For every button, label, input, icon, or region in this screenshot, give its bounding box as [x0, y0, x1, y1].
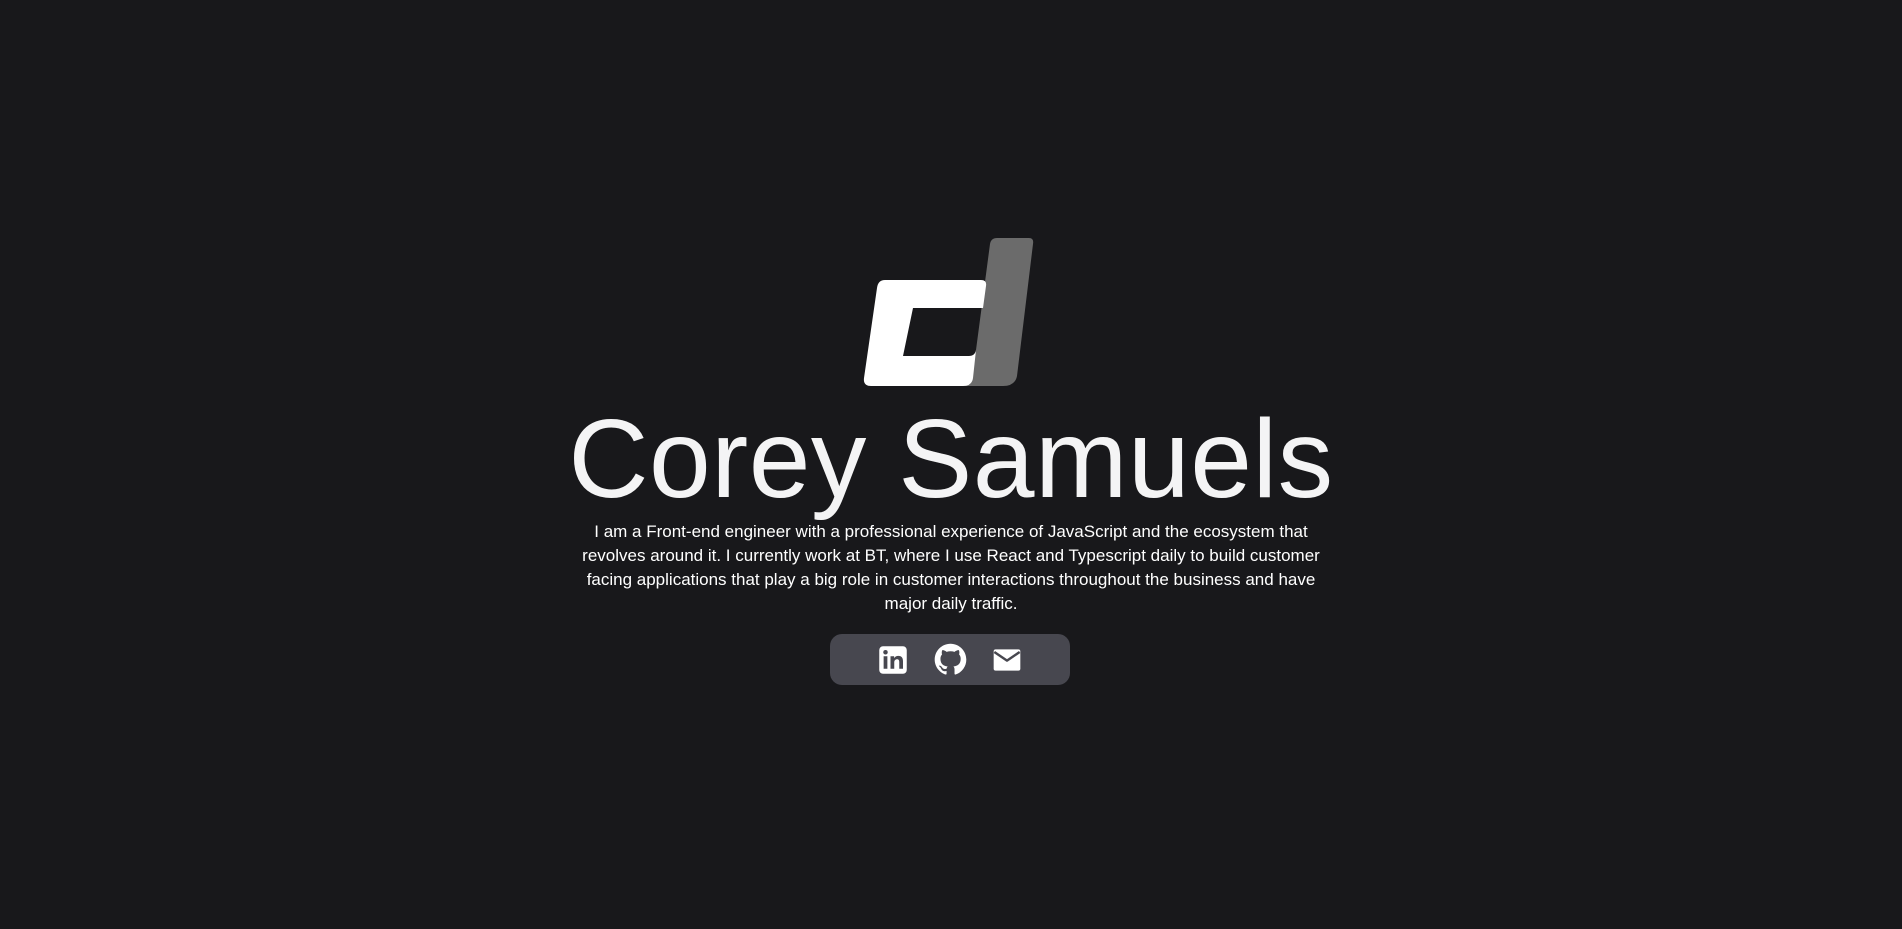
email-link[interactable]	[991, 643, 1024, 676]
linkedin-icon	[879, 645, 907, 674]
mail-icon	[993, 648, 1021, 671]
bio-text: I am a Front-end engineer with a profess…	[582, 522, 1320, 613]
github-icon	[934, 643, 966, 675]
social-links-bar	[830, 634, 1070, 685]
hero-section: Corey Samuels I am a Front-end engineer …	[0, 0, 1902, 929]
github-link[interactable]	[934, 643, 967, 676]
cj-logo	[863, 238, 1034, 386]
linkedin-link[interactable]	[877, 643, 910, 676]
page-title: Corey Samuels	[568, 397, 1334, 521]
logo-c-shape	[863, 280, 987, 386]
